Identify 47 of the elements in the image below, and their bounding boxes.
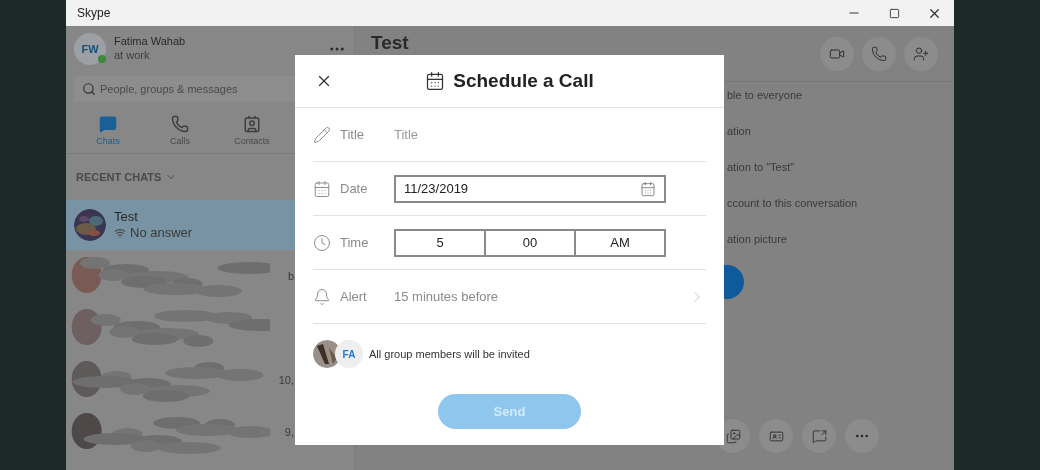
bell-icon xyxy=(313,287,331,306)
info-text: ble to everyone xyxy=(727,88,804,103)
add-person-icon xyxy=(913,45,929,62)
date-field[interactable]: 11/23/2019 xyxy=(394,174,666,203)
chat-name: Test xyxy=(114,208,139,225)
calendar-icon xyxy=(640,180,656,197)
chat-time: 10, xyxy=(278,372,294,388)
dialog-title: Schedule a Call xyxy=(453,68,594,93)
profile-status: at work xyxy=(114,49,151,63)
chat-time: b xyxy=(287,268,294,284)
field-label: Alert xyxy=(340,287,368,306)
calendar-icon xyxy=(425,71,446,91)
search-icon xyxy=(82,82,96,96)
contacts-icon xyxy=(243,114,261,133)
invite-text: All group members will be invited xyxy=(369,346,530,362)
message-icon xyxy=(811,428,827,444)
pencil-icon xyxy=(313,125,331,144)
section-label: RECENT CHATS xyxy=(76,169,162,185)
title-field[interactable]: Title xyxy=(394,124,664,145)
profile-name: Fatima Wahab xyxy=(114,35,187,49)
info-text: ation to "Test" xyxy=(727,160,796,175)
calendar-icon xyxy=(313,179,331,198)
chat-status: No answer xyxy=(130,225,193,242)
alert-select[interactable]: 15 minutes before xyxy=(394,286,706,307)
profile-avatar[interactable]: FW xyxy=(74,33,106,65)
clock-icon xyxy=(313,233,331,252)
chat-time: 9, xyxy=(284,424,294,440)
field-label: Date xyxy=(340,179,369,198)
call-button[interactable] xyxy=(862,36,896,71)
conversation-title: Test xyxy=(371,31,409,56)
contact-card-icon xyxy=(768,428,784,444)
info-text: ation picture xyxy=(727,232,788,247)
images-icon xyxy=(725,428,741,444)
video-message-button[interactable] xyxy=(802,419,836,453)
info-text: ation xyxy=(727,124,752,139)
phone-icon xyxy=(871,45,887,62)
phone-icon xyxy=(171,114,189,133)
video-call-button[interactable] xyxy=(820,36,854,71)
member-avatar: FA xyxy=(335,340,363,368)
add-people-button[interactable] xyxy=(904,36,938,71)
window-title: Skype xyxy=(77,5,111,22)
field-label: Title xyxy=(340,125,366,144)
nav-tab[interactable]: Chats xyxy=(72,110,144,153)
maximize-icon xyxy=(888,7,900,19)
chat-icon xyxy=(99,114,117,133)
contact-card-button[interactable] xyxy=(759,419,793,453)
info-text: ccount to this conversation xyxy=(727,196,858,211)
